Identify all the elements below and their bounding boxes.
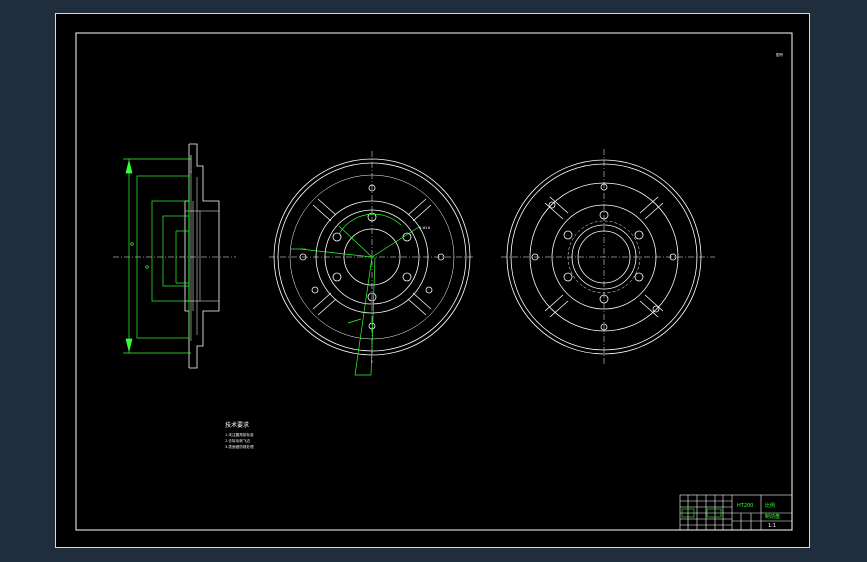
inner-frame — [75, 32, 793, 531]
title-block-part-name: 制动盘 — [765, 513, 780, 520]
section-dimensions — [123, 155, 192, 354]
tech-req-item-2: 2.去除毛刺飞边 — [225, 438, 250, 443]
tech-req-item-1: 1.未注圆角按标准 — [225, 432, 254, 437]
section-view — [113, 143, 236, 369]
tech-req-item-3: 3.表面做防锈处理 — [225, 444, 254, 449]
corner-tag: 图号 — [776, 52, 784, 57]
title-block-material: HT200 — [737, 503, 753, 509]
dim-label-2: Φ — [145, 265, 151, 269]
title-block-scale: 1:1 — [768, 523, 776, 529]
tech-req-title: 技术要求 — [225, 421, 249, 429]
drawing-sheet[interactable]: 图号 Φ Φ 6-Φ16 技术要求 1.未注圆角按标准 2.去除毛刺飞边 3.表… — [55, 13, 810, 548]
cad-viewport[interactable]: 图号 Φ Φ 6-Φ16 技术要求 1.未注圆角按标准 2.去除毛刺飞边 3.表… — [0, 0, 867, 562]
title-block-sheet-label: 比例 — [765, 502, 775, 509]
rear-view-centerlines — [501, 149, 715, 365]
hole-note: 6-Φ16 — [419, 226, 431, 230]
dim-label-1: Φ — [130, 242, 136, 246]
drawing-canvas: 图号 Φ Φ 6-Φ16 技术要求 1.未注圆角按标准 2.去除毛刺飞边 3.表… — [75, 32, 793, 531]
